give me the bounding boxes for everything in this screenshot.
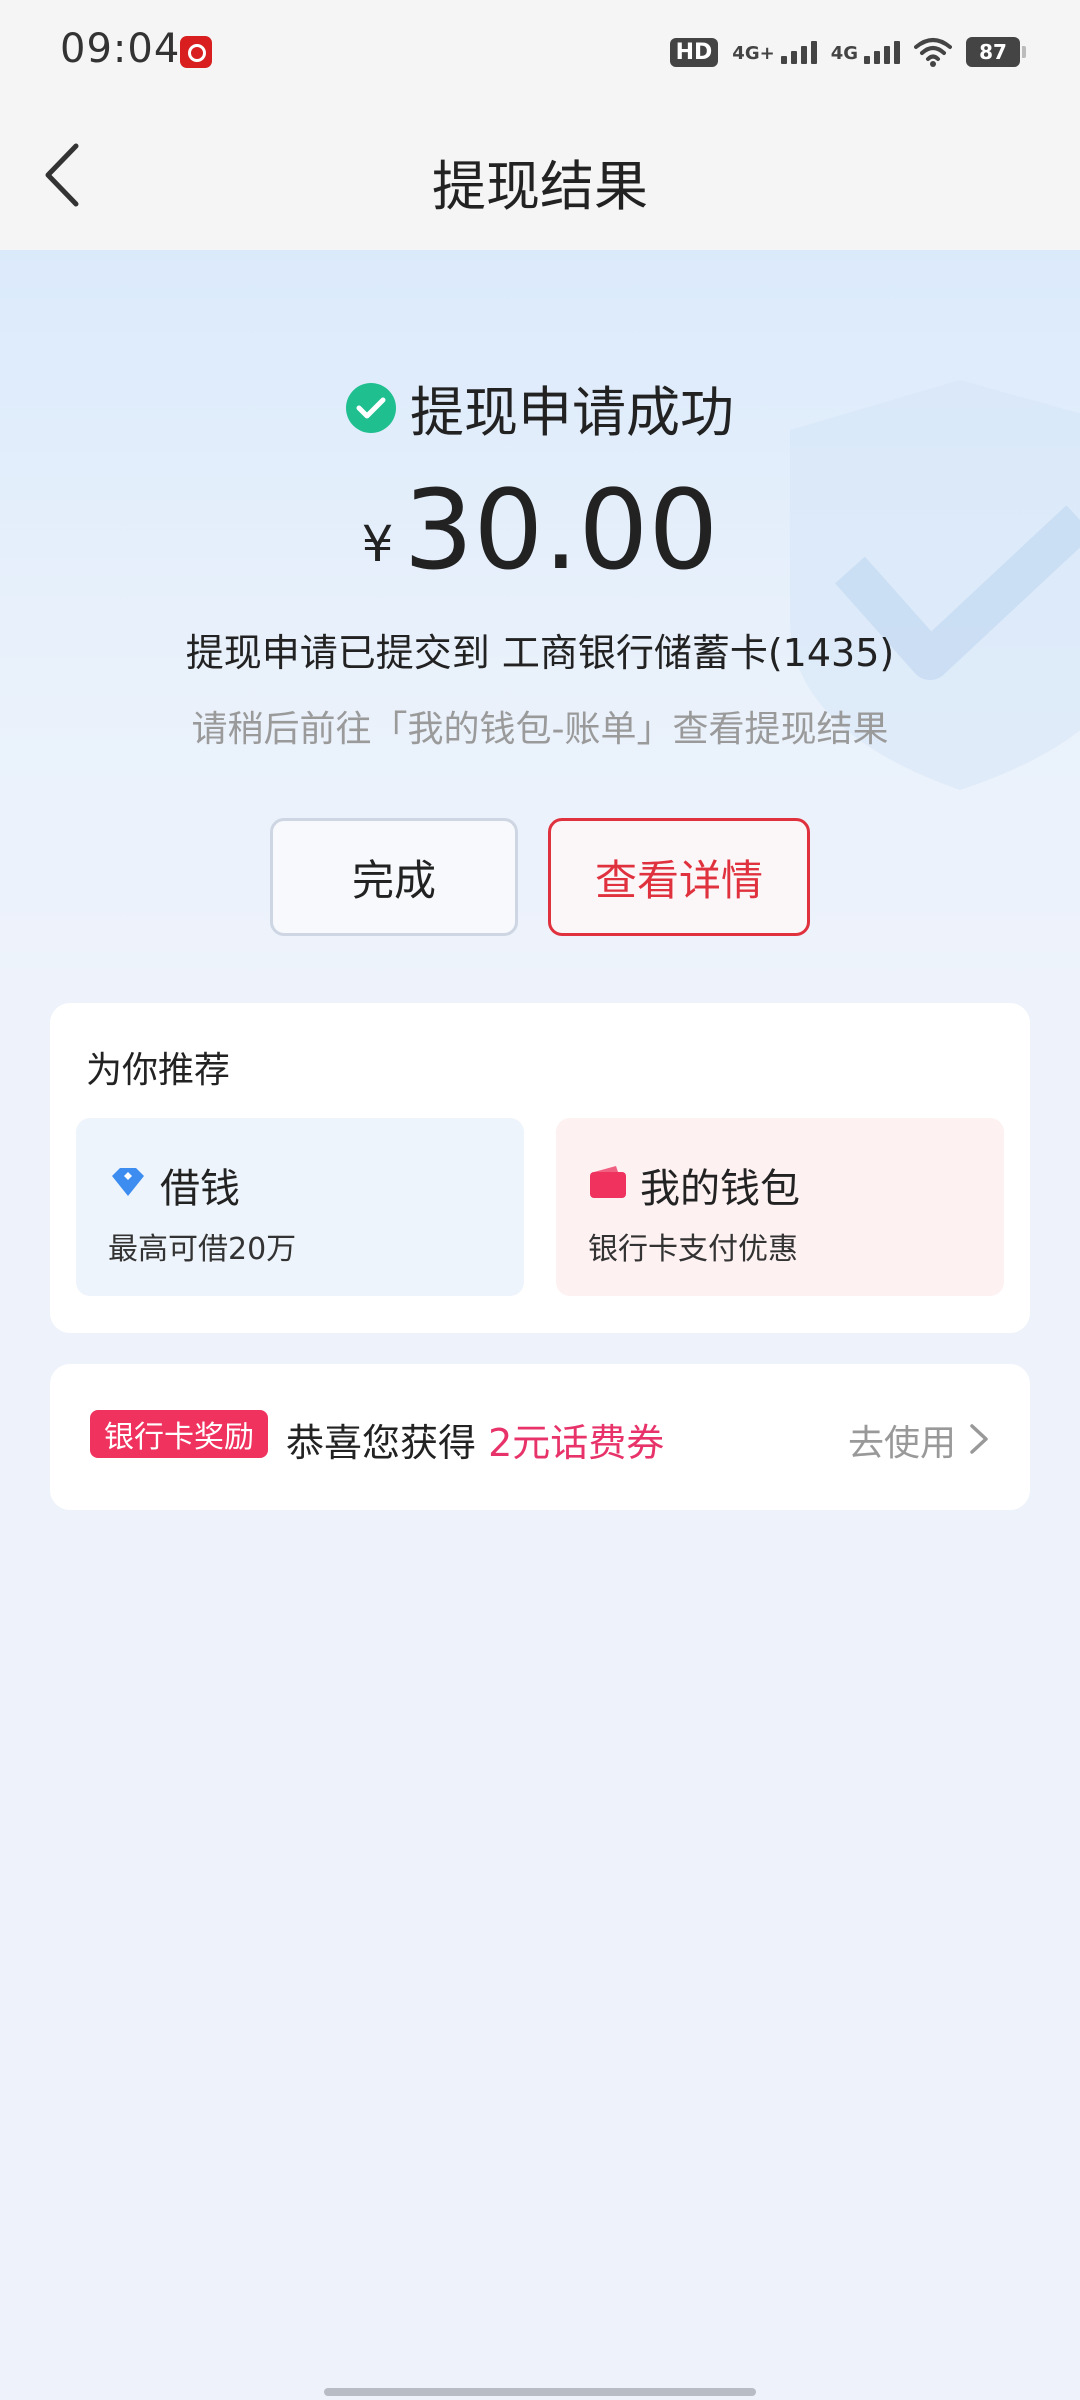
recommend-title: 为你推荐 (86, 1050, 231, 1091)
network-type-label: 4G (830, 42, 858, 64)
reward-coupon: 2元话费券 (488, 1421, 665, 1465)
recommend-item-borrow[interactable]: 借钱 最高可借20万 (76, 1118, 524, 1296)
submitted-to-text: 提现申请已提交到 工商银行储蓄卡(1435) (185, 631, 895, 675)
recommend-item-sub: 最高可借20万 (108, 1232, 297, 1267)
recommend-item-label: 我的钱包 (640, 1166, 800, 1212)
header-bar: 提现结果 (0, 100, 1080, 250)
done-button[interactable]: 完成 (270, 818, 518, 936)
recommend-item-wallet[interactable]: 我的钱包 银行卡支付优惠 (556, 1118, 1004, 1296)
signal-4g-plus-icon: 4G+ (732, 40, 817, 64)
page-title: 提现结果 (432, 155, 648, 218)
hd-voice-icon: HD (669, 37, 719, 67)
recommend-item-sub: 银行卡支付优惠 (588, 1232, 798, 1267)
check-circle-icon (346, 382, 396, 433)
signal-4g-icon: 4G (830, 40, 900, 64)
currency-symbol: ¥ (361, 515, 394, 573)
success-status: 提现申请成功 (0, 368, 1080, 447)
battery-icon: 87 (966, 37, 1026, 67)
netease-music-icon (180, 36, 212, 68)
recommend-item-label: 借钱 (160, 1166, 240, 1212)
reward-text: 恭喜您获得 2元话费券 (286, 1412, 664, 1467)
reward-badge: 银行卡奖励 (90, 1410, 268, 1458)
status-time: 09:04 (60, 26, 181, 72)
hint-text: 请稍后前往「我的钱包-账单」查看提现结果 (191, 709, 889, 750)
recommend-card: 为你推荐 借钱 最高可借20万 我的钱包 银行卡支付优惠 (50, 1003, 1030, 1333)
reward-card[interactable]: 银行卡奖励 恭喜您获得 2元话费券 去使用 (50, 1364, 1030, 1510)
withdraw-amount: ¥ 30.00 (0, 475, 1080, 585)
reward-text-prefix: 恭喜您获得 (286, 1421, 477, 1465)
chevron-right-icon (970, 1424, 988, 1454)
diamond-icon (112, 1168, 144, 1196)
use-link[interactable]: 去使用 (848, 1414, 956, 1466)
wifi-icon (914, 37, 952, 67)
status-bar: 09:04 HD 4G+ 4G 87 (0, 0, 1080, 100)
success-text: 提现申请成功 (410, 381, 734, 444)
view-details-button[interactable]: 查看详情 (548, 818, 810, 936)
home-indicator[interactable] (324, 2388, 756, 2396)
result-panel: 提现申请成功 ¥ 30.00 提现申请已提交到 工商银行储蓄卡(1435) 请稍… (0, 250, 1080, 1010)
wallet-icon (590, 1166, 626, 1198)
status-indicators: HD 4G+ 4G 87 (669, 30, 1026, 74)
amount-value: 30.00 (403, 466, 719, 594)
network-type-label: 4G+ (732, 42, 775, 64)
